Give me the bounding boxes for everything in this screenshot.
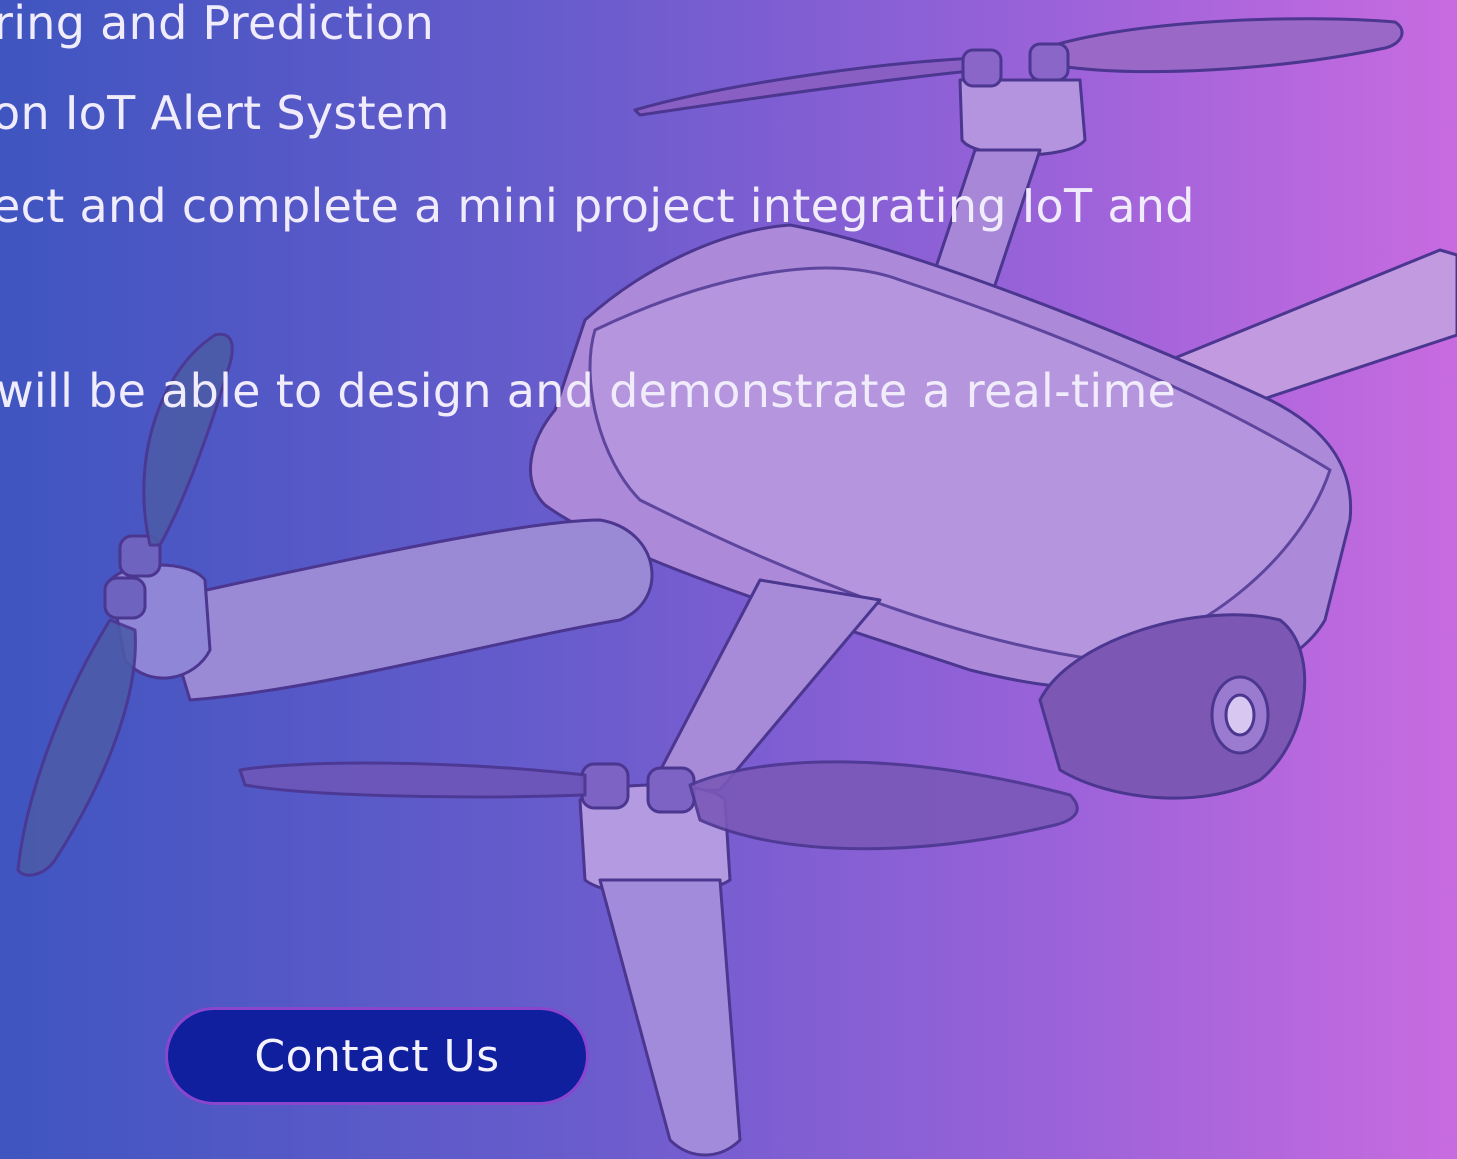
content-line-2: on IoT Alert System bbox=[0, 86, 450, 140]
contact-us-button[interactable]: Contact Us bbox=[165, 1007, 589, 1105]
content-line-4: will be able to design and demonstrate a… bbox=[0, 364, 1177, 418]
drone-icon bbox=[16, 17, 1457, 1157]
content-line-1: ring and Prediction bbox=[0, 0, 435, 50]
content-line-3: ect and complete a mini project integrat… bbox=[0, 179, 1195, 233]
hero-section: ring and Prediction on IoT Alert System … bbox=[0, 0, 1457, 1159]
